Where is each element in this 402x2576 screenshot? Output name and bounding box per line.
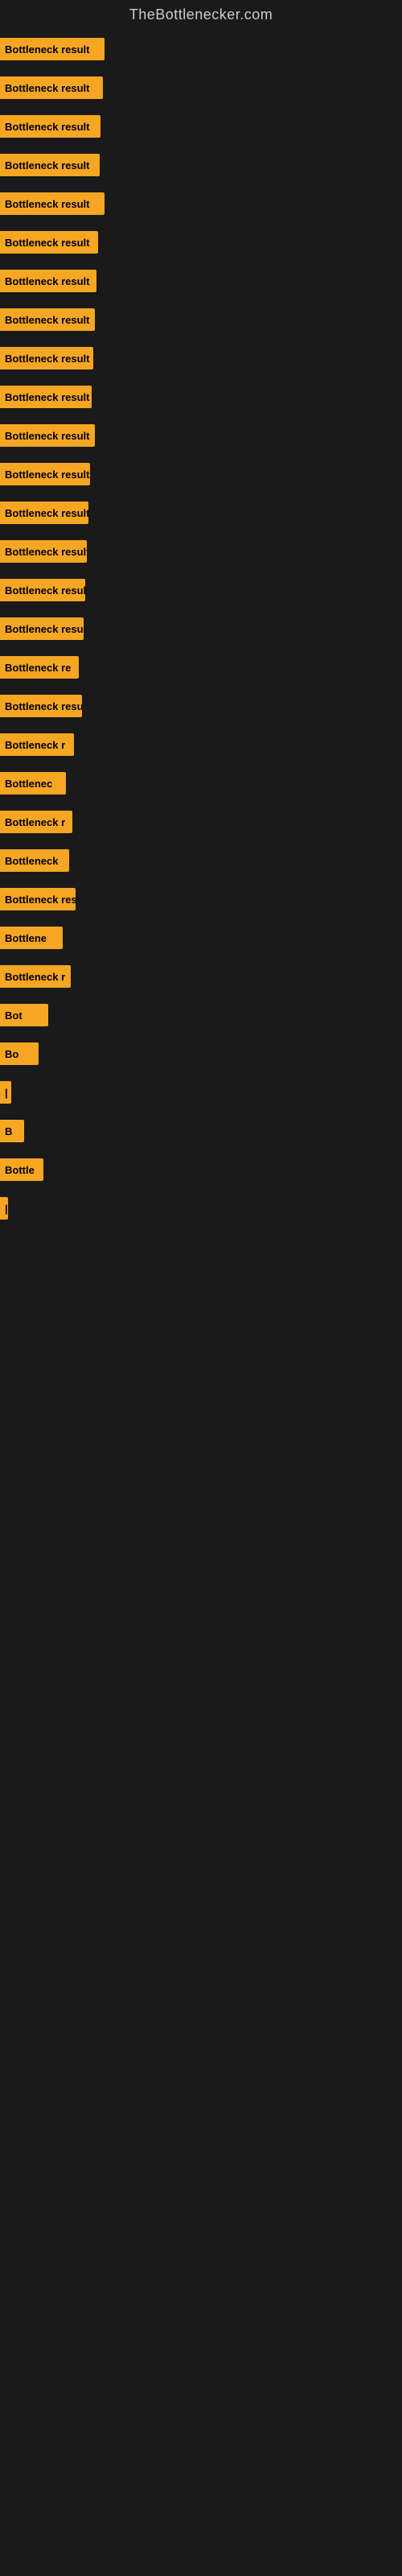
bottleneck-bar-6[interactable]: Bottleneck result (0, 270, 96, 292)
bar-row-10: Bottleneck result (0, 418, 402, 453)
bar-label-12: Bottleneck result (5, 507, 88, 519)
bar-row-18: Bottleneck r (0, 727, 402, 762)
bar-label-24: Bottleneck r (5, 971, 65, 983)
bottleneck-bar-22[interactable]: Bottleneck res (0, 888, 76, 910)
bar-row-14: Bottleneck result (0, 572, 402, 608)
bottleneck-bar-27[interactable]: | (0, 1081, 11, 1104)
bottleneck-bar-19[interactable]: Bottlenec (0, 772, 66, 795)
bar-label-25: Bot (5, 1009, 23, 1022)
bottleneck-bar-5[interactable]: Bottleneck result (0, 231, 98, 254)
bottleneck-bar-30[interactable]: | (0, 1197, 8, 1220)
bar-row-23: Bottlene (0, 920, 402, 956)
bar-row-11: Bottleneck result (0, 456, 402, 492)
bar-row-8: Bottleneck result (0, 341, 402, 376)
bar-label-30: | (5, 1203, 8, 1215)
bar-row-16: Bottleneck re (0, 650, 402, 685)
bar-row-28: B (0, 1113, 402, 1149)
bottleneck-bar-0[interactable]: Bottleneck result (0, 38, 105, 60)
bottleneck-bar-8[interactable]: Bottleneck result (0, 347, 93, 369)
bar-row-0: Bottleneck result (0, 31, 402, 67)
bar-label-29: Bottle (5, 1164, 35, 1176)
bar-row-4: Bottleneck result (0, 186, 402, 221)
bottleneck-bar-28[interactable]: B (0, 1120, 24, 1142)
bar-row-29: Bottle (0, 1152, 402, 1187)
bar-row-30: | (0, 1191, 402, 1226)
bar-label-20: Bottleneck r (5, 816, 65, 828)
bar-label-13: Bottleneck result (5, 546, 87, 558)
bottleneck-bar-3[interactable]: Bottleneck result (0, 154, 100, 176)
bar-label-2: Bottleneck result (5, 121, 89, 133)
bar-row-2: Bottleneck result (0, 109, 402, 144)
bottleneck-bar-21[interactable]: Bottleneck (0, 849, 69, 872)
bar-label-1: Bottleneck result (5, 82, 89, 94)
bar-row-12: Bottleneck result (0, 495, 402, 530)
bottleneck-bar-4[interactable]: Bottleneck result (0, 192, 105, 215)
bar-label-9: Bottleneck result (5, 391, 89, 403)
bar-label-28: B (5, 1125, 12, 1137)
bar-row-5: Bottleneck result (0, 225, 402, 260)
bar-label-10: Bottleneck result (5, 430, 89, 442)
bottleneck-bar-20[interactable]: Bottleneck r (0, 811, 72, 833)
bottleneck-bar-12[interactable]: Bottleneck result (0, 502, 88, 524)
bottleneck-bar-1[interactable]: Bottleneck result (0, 76, 103, 99)
bar-label-21: Bottleneck (5, 855, 58, 867)
bar-row-15: Bottleneck result (0, 611, 402, 646)
bar-row-17: Bottleneck result (0, 688, 402, 724)
bar-row-1: Bottleneck result (0, 70, 402, 105)
bottleneck-bar-10[interactable]: Bottleneck result (0, 424, 95, 447)
bar-row-25: Bot (0, 997, 402, 1033)
bar-label-17: Bottleneck result (5, 700, 82, 712)
bar-label-16: Bottleneck re (5, 662, 71, 674)
bar-label-27: | (5, 1087, 8, 1099)
bottleneck-bar-17[interactable]: Bottleneck result (0, 695, 82, 717)
bar-label-7: Bottleneck result (5, 314, 89, 326)
bar-label-19: Bottlenec (5, 778, 52, 790)
bar-label-22: Bottleneck res (5, 894, 76, 906)
bar-label-3: Bottleneck result (5, 159, 89, 171)
bar-row-20: Bottleneck r (0, 804, 402, 840)
bar-label-11: Bottleneck result (5, 469, 89, 481)
bar-row-7: Bottleneck result (0, 302, 402, 337)
bottleneck-bar-23[interactable]: Bottlene (0, 927, 63, 949)
bottleneck-bar-9[interactable]: Bottleneck result (0, 386, 92, 408)
bottleneck-bar-14[interactable]: Bottleneck result (0, 579, 85, 601)
bar-label-15: Bottleneck result (5, 623, 84, 635)
bar-label-8: Bottleneck result (5, 353, 89, 365)
bar-label-18: Bottleneck r (5, 739, 65, 751)
bar-row-21: Bottleneck (0, 843, 402, 878)
bottleneck-bar-7[interactable]: Bottleneck result (0, 308, 95, 331)
bottleneck-bar-26[interactable]: Bo (0, 1042, 39, 1065)
bottleneck-bar-13[interactable]: Bottleneck result (0, 540, 87, 563)
bar-label-23: Bottlene (5, 932, 47, 944)
bar-row-24: Bottleneck r (0, 959, 402, 994)
bar-row-19: Bottlenec (0, 766, 402, 801)
bottleneck-bar-18[interactable]: Bottleneck r (0, 733, 74, 756)
bar-row-22: Bottleneck res (0, 881, 402, 917)
bottleneck-bar-15[interactable]: Bottleneck result (0, 617, 84, 640)
bar-row-27: | (0, 1075, 402, 1110)
site-title: TheBottlenecker.com (0, 0, 402, 31)
bottleneck-bar-2[interactable]: Bottleneck result (0, 115, 100, 138)
bar-row-6: Bottleneck result (0, 263, 402, 299)
bar-label-4: Bottleneck result (5, 198, 89, 210)
bar-label-0: Bottleneck result (5, 43, 89, 56)
bar-row-26: Bo (0, 1036, 402, 1071)
bar-row-9: Bottleneck result (0, 379, 402, 415)
bottleneck-bar-16[interactable]: Bottleneck re (0, 656, 79, 679)
bottleneck-bar-29[interactable]: Bottle (0, 1158, 43, 1181)
bottleneck-bar-24[interactable]: Bottleneck r (0, 965, 71, 988)
bar-label-26: Bo (5, 1048, 18, 1060)
bar-row-3: Bottleneck result (0, 147, 402, 183)
bar-row-13: Bottleneck result (0, 534, 402, 569)
bar-label-14: Bottleneck result (5, 584, 85, 597)
bar-label-6: Bottleneck result (5, 275, 89, 287)
bottleneck-bar-11[interactable]: Bottleneck result (0, 463, 90, 485)
bottleneck-bar-25[interactable]: Bot (0, 1004, 48, 1026)
bar-label-5: Bottleneck result (5, 237, 89, 249)
